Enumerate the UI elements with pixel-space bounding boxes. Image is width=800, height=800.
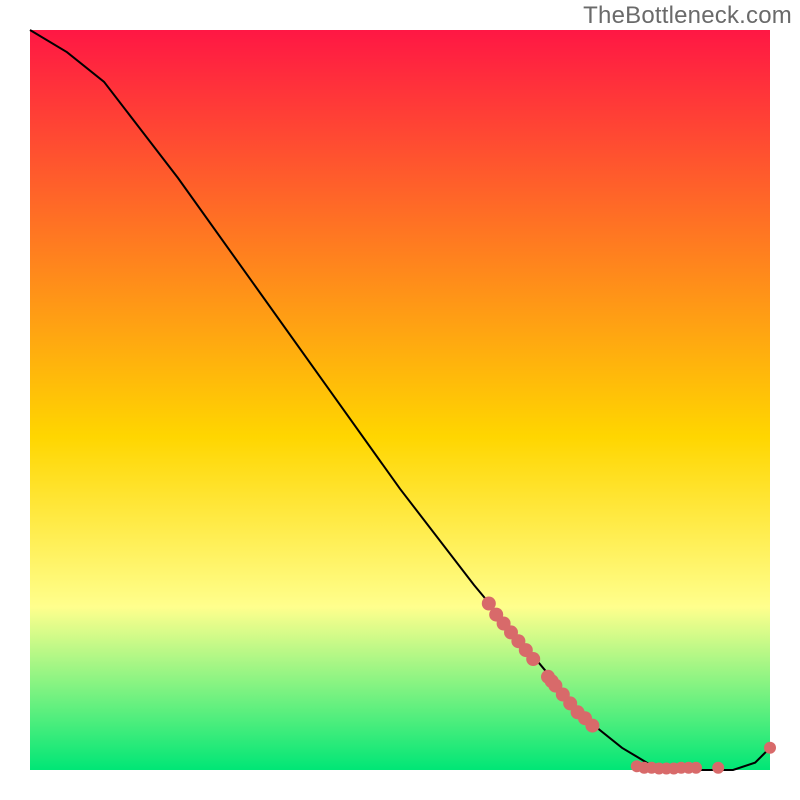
plot-area <box>30 30 770 770</box>
data-point <box>764 742 776 754</box>
bottleneck-chart <box>0 0 800 800</box>
data-point <box>712 762 724 774</box>
data-point <box>690 762 702 774</box>
chart-container: TheBottleneck.com <box>0 0 800 800</box>
data-point <box>585 719 599 733</box>
data-point <box>526 652 540 666</box>
